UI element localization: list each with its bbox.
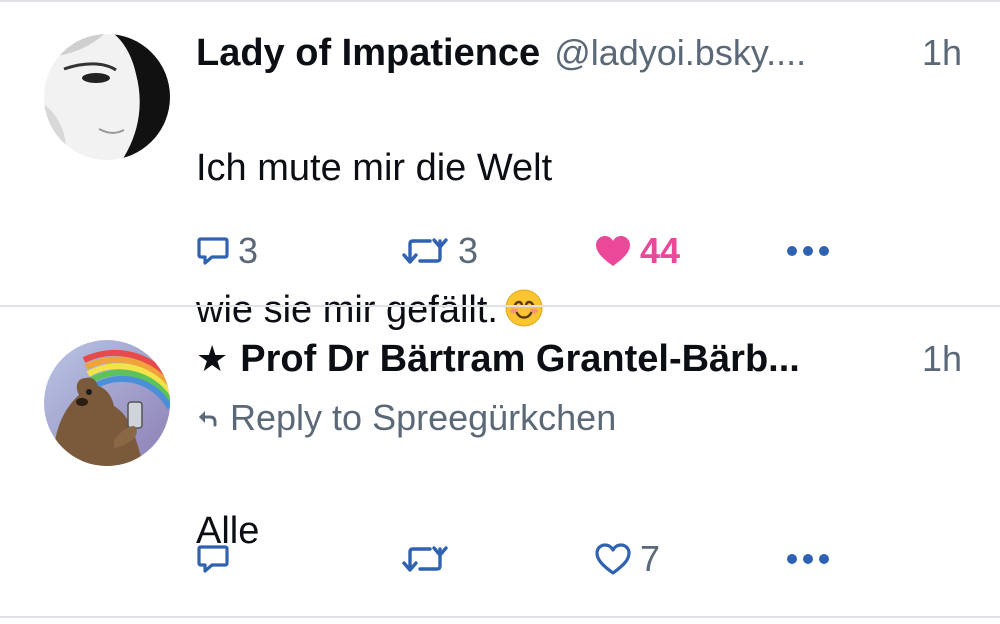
post-text-line: Ich mute mir die Welt: [196, 147, 553, 189]
like-button[interactable]: 7: [594, 534, 660, 584]
post-time[interactable]: 1h: [922, 32, 962, 74]
post-time[interactable]: 1h: [922, 338, 962, 380]
feed: Lady of Impatience @ladyoi.bsky.... 1h I…: [0, 0, 1000, 624]
bottom-divider: [0, 616, 1000, 618]
author-name[interactable]: Prof Dr Bärtram Grantel-Bärb...: [240, 338, 910, 381]
repost-button[interactable]: 3: [400, 226, 478, 276]
repost-icon: [402, 238, 448, 264]
more-button[interactable]: [786, 534, 830, 584]
post-header: Lady of Impatience @ladyoi.bsky.... 1h: [196, 32, 962, 82]
heart-outline-icon: [595, 543, 631, 575]
reply-count: 3: [238, 230, 259, 271]
comment-icon: [197, 237, 229, 265]
author-name[interactable]: Lady of Impatience: [196, 32, 540, 75]
post[interactable]: Lady of Impatience @ladyoi.bsky.... 1h I…: [0, 0, 1000, 331]
avatar[interactable]: [44, 340, 170, 466]
post-header: ★ Prof Dr Bärtram Grantel-Bärb... 1h: [196, 338, 962, 388]
like-button[interactable]: 44: [594, 226, 680, 276]
heart-filled-icon: [596, 236, 630, 266]
repost-icon: [402, 546, 448, 572]
like-count: 7: [640, 538, 661, 579]
post[interactable]: ★ Prof Dr Bärtram Grantel-Bärb... 1h Rep…: [0, 307, 1000, 617]
reply-to-link[interactable]: Reply to Spreegürkchen: [196, 393, 616, 443]
reply-button[interactable]: 3: [196, 226, 258, 276]
author-handle[interactable]: @ladyoi.bsky....: [554, 32, 910, 74]
repost-count: 3: [458, 230, 479, 271]
repost-button[interactable]: [400, 534, 458, 584]
more-icon: [787, 246, 829, 256]
star-icon: ★: [196, 338, 229, 379]
comment-icon: [197, 545, 229, 573]
reply-to-label: Reply to Spreegürkchen: [230, 397, 617, 438]
reply-arrow-icon: [199, 411, 217, 427]
post-actions: 3 3 44: [0, 226, 1000, 276]
reply-button[interactable]: [196, 534, 238, 584]
post-actions: 7: [0, 534, 1000, 584]
more-button[interactable]: [786, 226, 830, 276]
more-icon: [787, 554, 829, 564]
avatar[interactable]: [44, 34, 170, 160]
like-count: 44: [640, 230, 681, 271]
